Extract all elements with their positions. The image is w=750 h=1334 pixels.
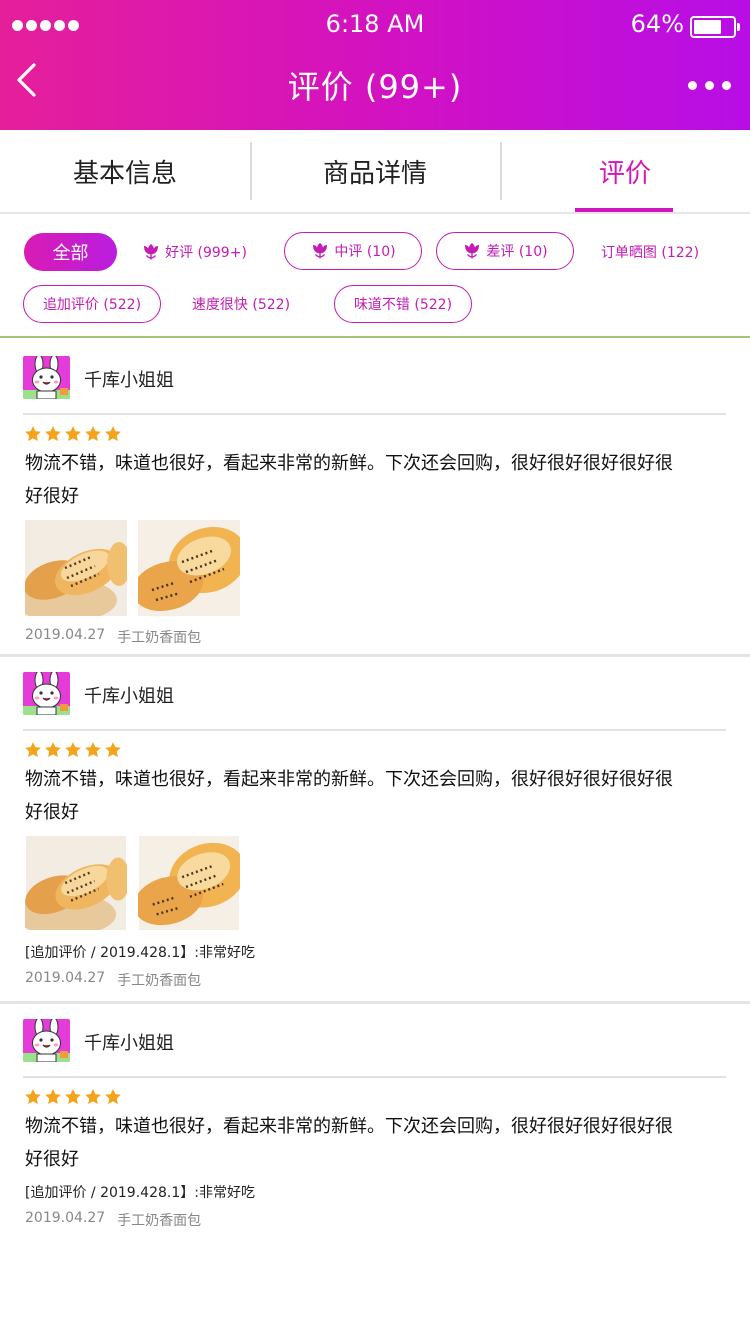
more-button[interactable] <box>686 72 732 98</box>
review-photo[interactable] <box>25 836 127 930</box>
star-icon <box>24 741 42 759</box>
star-rating <box>24 1088 122 1106</box>
tulip-icon <box>462 241 482 261</box>
divider <box>23 1076 726 1078</box>
star-icon <box>24 425 42 443</box>
filter-good-label: 好评 (999+) <box>165 245 247 261</box>
tab-bar: 基本信息 商品详情 评价 <box>0 130 750 214</box>
tab-basic-info[interactable]: 基本信息 <box>0 130 250 212</box>
filter-bad-label: 差评 (10) <box>486 244 548 260</box>
review-username: 千库小姐姐 <box>84 1033 174 1054</box>
filter-medium-label: 中评 (10) <box>334 244 396 260</box>
star-icon <box>64 1088 82 1106</box>
battery-icon <box>690 16 740 38</box>
tab-product-details[interactable]: 商品详情 <box>250 130 500 212</box>
star-icon <box>64 425 82 443</box>
star-icon <box>104 425 122 443</box>
review-date: 2019.04.27 <box>25 1210 106 1226</box>
star-rating <box>24 741 122 759</box>
filter-taste-label: 味道不错 (522) <box>353 297 453 313</box>
review-meta: 2019.04.27 手工奶香面包 <box>25 627 201 647</box>
followup-text: [追加评价 / 2019.428.1】:非常好吃 <box>25 1185 255 1201</box>
review-product: 手工奶香面包 <box>117 973 202 989</box>
filter-bad[interactable]: 差评 (10) <box>436 232 574 270</box>
star-icon <box>44 741 62 759</box>
review-card: 千库小姐姐 物流不错，味道也很好，看起来非常的新鲜。下次还会回购，很好很好很好很… <box>0 340 750 657</box>
filter-medium[interactable]: 中评 (10) <box>284 232 422 270</box>
battery-percent: 64% <box>630 10 684 38</box>
review-username: 千库小姐姐 <box>84 370 174 391</box>
star-icon <box>104 1088 122 1106</box>
filter-followup-label: 追加评价 (522) <box>42 297 142 313</box>
status-bar: 6:18 AM 64% <box>0 0 750 52</box>
tulip-icon <box>141 242 161 262</box>
star-icon <box>24 1088 42 1106</box>
tulip-icon <box>310 241 330 261</box>
filter-photos-label: 订单晒图 (122) <box>600 245 700 261</box>
divider <box>23 729 726 731</box>
followup-text: [追加评价 / 2019.428.1】:非常好吃 <box>25 945 255 961</box>
star-icon <box>104 741 122 759</box>
page-title: 评价 (99+) <box>287 68 463 106</box>
filter-followup[interactable]: 追加评价 (522) <box>23 285 161 323</box>
review-text: 物流不错，味道也很好，看起来非常的新鲜。下次还会回购，很好很好很好很好很好很好 <box>25 1116 673 1170</box>
review-product: 手工奶香面包 <box>117 630 202 646</box>
filter-all[interactable]: 全部 <box>24 233 117 271</box>
filter-photos[interactable]: 订单晒图 (122) <box>596 233 704 271</box>
divider <box>23 413 726 415</box>
review-text: 物流不错，味道也很好，看起来非常的新鲜。下次还会回购，很好很好很好很好很好很好 <box>25 453 673 507</box>
review-photo[interactable] <box>138 520 240 616</box>
review-meta: 2019.04.27 手工奶香面包 <box>25 1210 201 1230</box>
review-filters: 全部 好评 (999+) 中评 (10) 差评 (10) 订单晒图 (122) … <box>0 216 750 338</box>
filter-fast[interactable]: 速度很快 (522) <box>180 285 302 323</box>
star-icon <box>84 741 102 759</box>
filter-good[interactable]: 好评 (999+) <box>138 233 250 271</box>
star-icon <box>44 425 62 443</box>
avatar <box>23 356 70 399</box>
star-icon <box>44 1088 62 1106</box>
review-username: 千库小姐姐 <box>84 686 174 707</box>
review-card: 千库小姐姐 物流不错，味道也很好，看起来非常的新鲜。下次还会回购，很好很好很好很… <box>0 1004 750 1244</box>
tab-reviews[interactable]: 评价 <box>500 130 750 212</box>
review-date: 2019.04.27 <box>25 970 106 986</box>
star-rating <box>24 425 122 443</box>
avatar <box>23 672 70 715</box>
filter-taste[interactable]: 味道不错 (522) <box>334 285 472 323</box>
review-card: 千库小姐姐 物流不错，味道也很好，看起来非常的新鲜。下次还会回购，很好很好很好很… <box>0 657 750 1004</box>
review-photo[interactable] <box>25 520 127 616</box>
app-header: 6:18 AM 64% 评价 (99+) <box>0 0 750 130</box>
review-date: 2019.04.27 <box>25 627 106 643</box>
review-photo[interactable] <box>138 836 240 930</box>
avatar <box>23 1019 70 1062</box>
filter-all-label: 全部 <box>52 243 89 264</box>
review-text: 物流不错，味道也很好，看起来非常的新鲜。下次还会回购，很好很好很好很好很好很好 <box>25 769 673 823</box>
more-dots-icon <box>687 80 697 90</box>
review-product: 手工奶香面包 <box>117 1213 202 1229</box>
star-icon <box>84 425 102 443</box>
review-meta: 2019.04.27 手工奶香面包 <box>25 970 201 990</box>
filter-fast-label: 速度很快 (522) <box>191 297 291 313</box>
star-icon <box>64 741 82 759</box>
star-icon <box>84 1088 102 1106</box>
